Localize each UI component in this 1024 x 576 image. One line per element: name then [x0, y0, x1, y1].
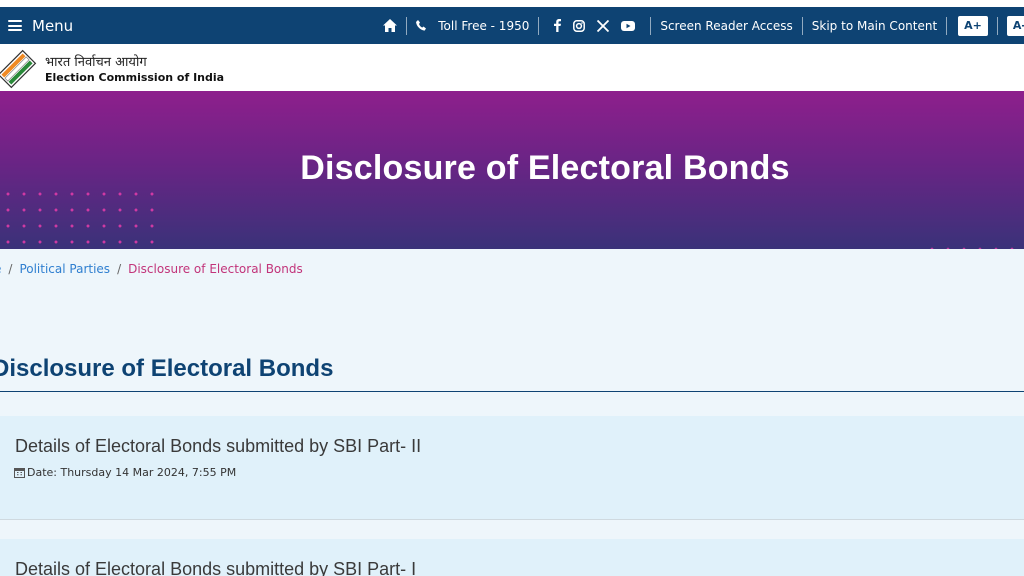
logo-hindi-text: भारत निर्वाचन आयोग	[45, 55, 147, 70]
skip-main-content-link[interactable]: Skip to Main Content	[812, 7, 937, 44]
page-banner: Disclosure of Electoral Bonds	[0, 91, 1024, 249]
separator	[538, 16, 540, 35]
menu-button[interactable]: Menu	[8, 7, 73, 44]
menu-label: Menu	[32, 16, 74, 35]
list-item-date: Date: Thursday 14 Mar 2024, 7:55 PM	[14, 466, 236, 479]
top-navigation-bar: Menu Toll Free - 1950 Screen Reader Acce…	[0, 7, 1024, 44]
logo-bar: भारत निर्वाचन आयोग Election Commission o…	[0, 44, 1024, 91]
home-icon[interactable]	[383, 7, 398, 44]
font-decrease-button[interactable]: A-	[1006, 15, 1024, 36]
youtube-icon[interactable]	[621, 7, 636, 44]
breadcrumb: e / Political Parties / Disclosure of El…	[0, 262, 303, 276]
banner-title: Disclosure of Electoral Bonds	[300, 149, 790, 187]
top-strip	[0, 0, 1024, 7]
heading-divider	[0, 391, 1024, 392]
instagram-icon[interactable]	[573, 7, 586, 44]
font-increase-button[interactable]: A+	[958, 15, 988, 36]
screen-reader-link[interactable]: Screen Reader Access	[660, 7, 792, 44]
page-title: Disclosure of Electoral Bonds	[0, 355, 334, 382]
phone-icon	[416, 7, 427, 44]
list-item-title[interactable]: Details of Electoral Bonds submitted by …	[15, 559, 416, 576]
list-item-date-text: Date: Thursday 14 Mar 2024, 7:55 PM	[27, 466, 237, 479]
breadcrumb-separator: /	[8, 262, 13, 276]
breadcrumb-home[interactable]: e	[0, 262, 1, 276]
separator	[996, 16, 998, 35]
toll-free-link[interactable]: Toll Free - 1950	[438, 7, 529, 44]
separator	[406, 16, 408, 35]
eci-logo[interactable]	[0, 48, 38, 90]
breadcrumb-political-parties[interactable]: Political Parties	[19, 262, 110, 276]
list-item[interactable]: Details of Electoral Bonds submitted by …	[0, 539, 1024, 576]
separator	[801, 16, 803, 35]
list-item-title[interactable]: Details of Electoral Bonds submitted by …	[15, 436, 421, 457]
separator	[650, 16, 652, 35]
breadcrumb-current: Disclosure of Electoral Bonds	[128, 262, 303, 276]
facebook-icon[interactable]	[554, 7, 562, 44]
top-right-links: Toll Free - 1950 Screen Reader Access Sk…	[383, 7, 1024, 44]
decorative-dots	[924, 241, 1024, 249]
logo-english-text: Election Commission of India	[45, 71, 225, 84]
calendar-icon	[14, 468, 25, 478]
hamburger-icon	[8, 20, 22, 31]
decorative-dots	[0, 186, 160, 249]
separator	[946, 16, 948, 35]
list-item[interactable]: Details of Electoral Bonds submitted by …	[0, 416, 1024, 520]
breadcrumb-separator: /	[117, 262, 122, 276]
x-icon[interactable]	[597, 7, 610, 44]
